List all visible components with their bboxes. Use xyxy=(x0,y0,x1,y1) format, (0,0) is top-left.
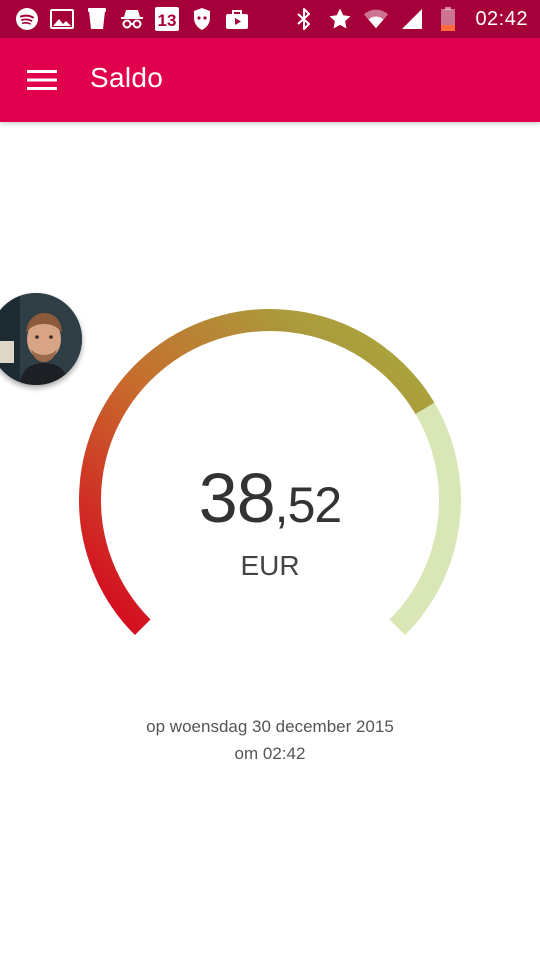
balance-integer: 38 xyxy=(198,459,276,537)
balance-amount: 38,52 xyxy=(0,458,540,538)
balance-date: op woensdag 30 december 2015 xyxy=(146,717,394,736)
balance-time: om 02:42 xyxy=(234,744,306,763)
balance-decimal: ,52 xyxy=(274,477,343,533)
balance-currency: EUR xyxy=(240,550,300,581)
